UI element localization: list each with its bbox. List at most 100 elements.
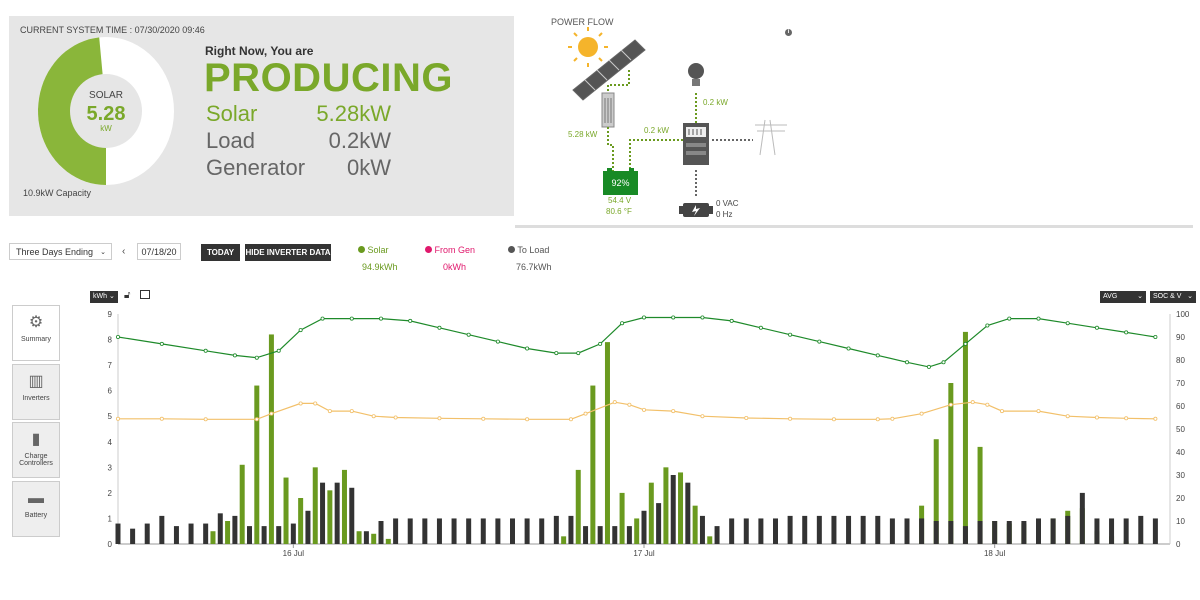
soc-point [985,323,990,328]
load-bar [188,523,194,544]
load-bar [422,518,428,544]
solar-bar [356,531,362,544]
y-right-tick-label: 90 [1176,333,1185,342]
date-input[interactable]: 07/18/20 [137,243,181,260]
load-bar [173,526,179,544]
soc-point [466,332,471,337]
tab-charge-controllers[interactable]: ▮ Charge Controllers [12,422,60,478]
solar-bar [604,342,610,544]
voltage-point [612,400,617,405]
y-tick-label: 1 [108,514,113,523]
load-bar [816,515,822,544]
load-bar [261,526,267,544]
solar-bar [619,492,625,544]
soc-point [298,328,303,333]
soc-point [408,318,413,323]
voltage-point [890,416,895,421]
prev-date-icon[interactable]: ‹ [122,243,125,260]
legend-to-load[interactable]: To Load [508,245,549,255]
load-bar [1094,518,1100,544]
tab-inverters[interactable]: ▥ Inverters [12,364,60,420]
voltage-point [831,417,836,422]
voltage-point [393,415,398,420]
soc-point [276,348,281,353]
tab-battery[interactable]: ▬ Battery [12,481,60,537]
load-bar [714,526,720,544]
solar-flow-value: 5.28 kW [568,130,598,139]
status-panel: CURRENT SYSTEM TIME : 07/30/2020 09:46 S… [9,16,514,216]
y-right-tick-label: 80 [1176,356,1185,365]
soc-point [203,348,208,353]
solar-bar [561,536,567,544]
soc-point [378,316,383,321]
solar-bar [327,490,333,544]
voltage-point [627,402,632,407]
generator-icon [679,203,713,217]
hide-inverter-button[interactable]: HIDE INVERTER DATA [245,244,331,261]
solar-bar [575,469,581,544]
load-bar [1050,518,1056,544]
load-bar [992,521,998,544]
unlock-icon[interactable]: 🔓︎ [124,290,130,301]
load-bar [1065,515,1071,544]
solar-bar [707,536,713,544]
unit-select[interactable]: kWh ⌄ [90,291,118,303]
load-bar [875,515,881,544]
soc-point [437,325,442,330]
load-bar [320,482,326,544]
y-tick-label: 9 [108,310,113,319]
y-right-tick-label: 100 [1176,310,1190,319]
load-bar [1152,518,1158,544]
solar-bar [210,531,216,544]
soc-point [642,315,647,320]
load-bar [1021,521,1027,544]
solar-bar [663,467,669,544]
solar-value: 5.28kW [316,101,391,126]
soc-point [1065,321,1070,326]
solar-bar [977,446,983,544]
soc-point [846,346,851,351]
soc-point [620,321,625,326]
solar-bar [692,505,698,544]
solar-bar [1036,521,1041,544]
today-button[interactable]: TODAY [201,244,240,261]
voltage-point [254,417,259,422]
voltage-point [999,409,1004,414]
y-tick-label: 6 [108,387,113,396]
voltage-point [788,416,793,421]
load-bar [393,518,399,544]
avg-select[interactable]: AVG ⌄ [1100,291,1146,303]
solar-bar [1006,523,1012,544]
solar-bar [1094,531,1100,544]
soc-point [758,325,763,330]
battery-icon: ▬ [28,490,44,507]
voltage-point [970,400,975,405]
range-select[interactable]: Three Days Ending ⌄ [9,243,112,260]
soc-point [700,315,705,320]
load-bar [466,518,472,544]
capacity-label: 10.9kW Capacity [23,188,92,198]
voltage-point [1153,416,1158,421]
image-export-icon[interactable] [140,290,150,299]
gauge-label: SOLAR [89,90,123,101]
tab-summary[interactable]: ⚙ Summary [12,305,60,361]
legend-solar[interactable]: Solar [358,245,389,255]
voltage-point [1065,414,1070,419]
load-bar [305,510,311,544]
voltage-point [948,402,953,407]
voltage-point [313,401,318,406]
inverter-icon: ▥ [28,373,44,390]
soc-point [254,355,259,360]
load-bar [115,523,121,544]
solar-bar [634,518,640,544]
voltage-point [1124,416,1129,421]
voltage-point [525,417,530,422]
generator-value: 0kW [347,155,391,180]
charge-controller-icon: ▮ [31,431,41,448]
solar-bar [992,521,998,544]
legend-from-gen[interactable]: From Gen [425,245,475,255]
solar-bar [1021,523,1027,544]
load-bar [699,515,705,544]
soc-select[interactable]: SOC & V ⌄ [1150,291,1196,303]
solar-gauge: SOLAR 5.28 kW [38,37,174,186]
